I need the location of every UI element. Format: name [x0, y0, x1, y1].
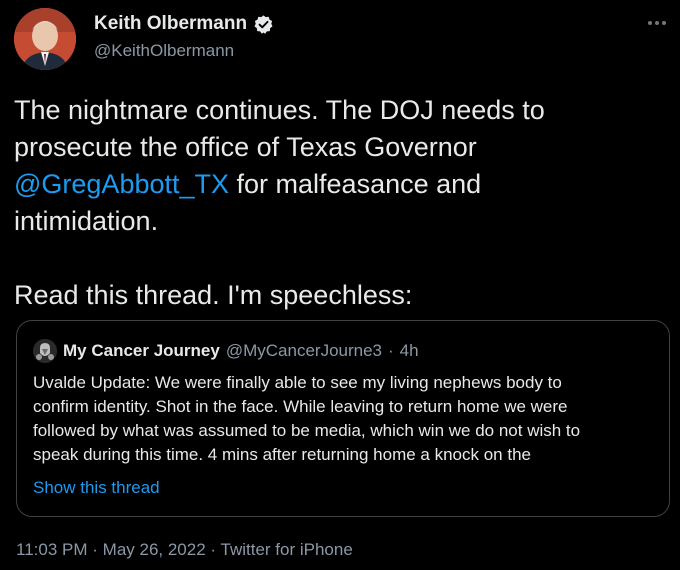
tweet-source[interactable]: Twitter for iPhone	[221, 540, 353, 559]
tweet-line: The nightmare continues. The DOJ needs t…	[14, 95, 545, 125]
quoted-line: followed by what was assumed to be media…	[33, 421, 581, 440]
quoted-line: speak during this time. 4 mins after ret…	[33, 445, 531, 464]
tweet-line: intimidation.	[14, 206, 159, 236]
tweet-metadata: 11:03 PM · May 26, 2022 · Twitter for iP…	[16, 540, 353, 560]
tweet-date[interactable]: May 26, 2022	[103, 540, 206, 559]
author-avatar[interactable]	[14, 8, 76, 70]
tweet-line: Read this thread. I'm speechless:	[14, 280, 413, 310]
show-thread-link[interactable]: Show this thread	[33, 478, 160, 498]
quoted-author-avatar	[33, 339, 57, 363]
verified-badge-icon	[253, 14, 274, 35]
quoted-author-handle: @MyCancerJourne3	[225, 341, 382, 360]
separator: ·	[210, 540, 217, 559]
tweet-line-rest: for malfeasance and	[229, 169, 482, 199]
tweet-text: The nightmare continues. The DOJ needs t…	[14, 92, 664, 314]
separator: ·	[92, 540, 98, 559]
quoted-line: confirm identity. Shot in the face. Whil…	[33, 397, 568, 416]
author-display-name[interactable]: Keith Olbermann	[94, 13, 247, 35]
author-handle[interactable]: @KeithOlbermann	[94, 41, 234, 61]
separator: ·	[388, 341, 394, 360]
quoted-line: Uvalde Update: We were finally able to s…	[33, 373, 562, 392]
more-options-icon[interactable]	[646, 18, 668, 28]
tweet-line: prosecute the office of Texas Governor	[14, 132, 477, 162]
tweet-time[interactable]: 11:03 PM	[16, 540, 88, 559]
mention-link[interactable]: @GregAbbott_TX	[14, 169, 229, 199]
quoted-author-name: My Cancer Journey	[63, 341, 220, 360]
quoted-tweet[interactable]: My Cancer Journey @MyCancerJourne3 · 4h …	[16, 320, 670, 517]
quoted-tweet-body: Uvalde Update: We were finally able to s…	[33, 371, 663, 467]
quoted-tweet-time: 4h	[399, 341, 419, 360]
